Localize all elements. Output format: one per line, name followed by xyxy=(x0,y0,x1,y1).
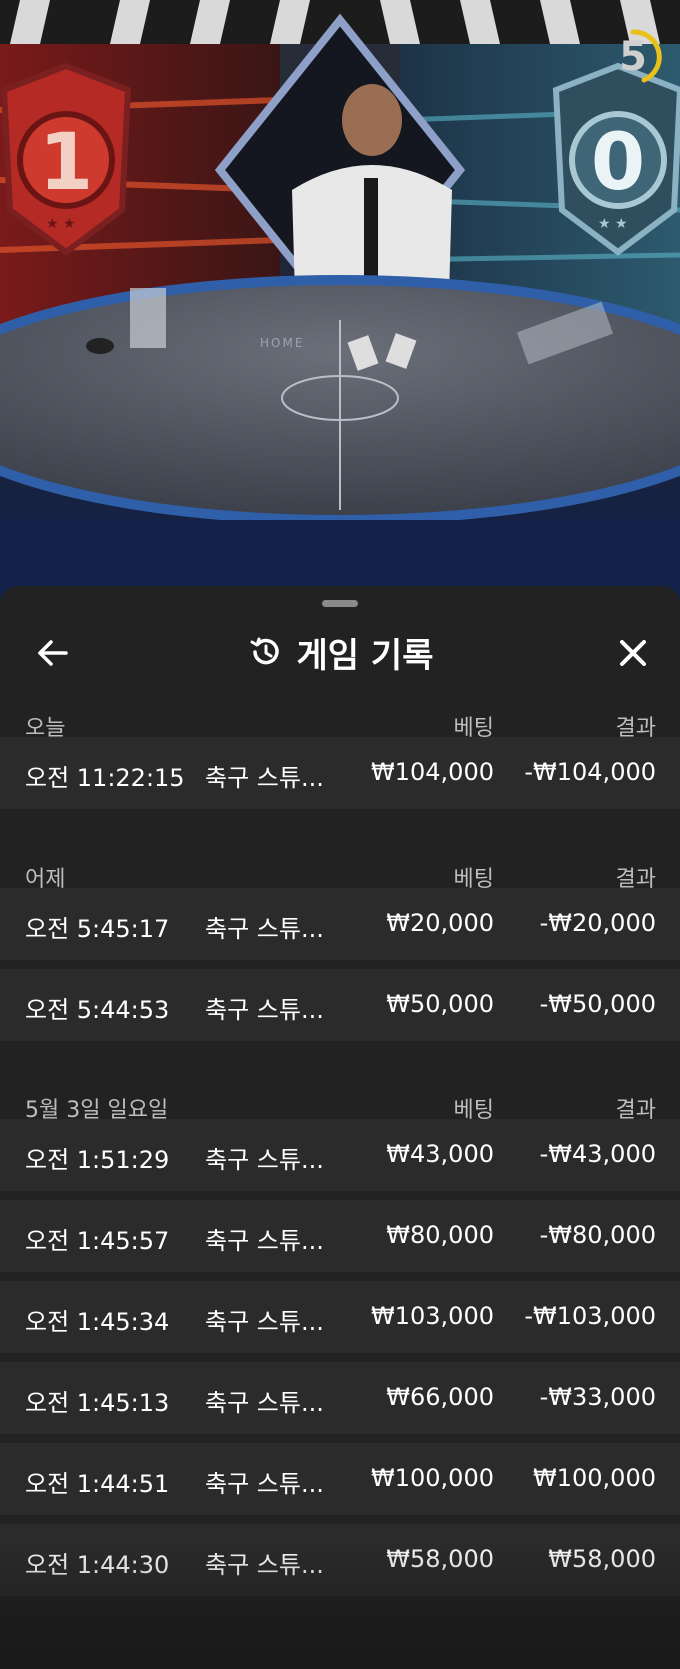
row-time: 오전 1:44:30 xyxy=(25,1551,170,1579)
history-clock-icon xyxy=(250,637,279,665)
history-row[interactable]: 오전 1:45:13 축구 스튜... ₩66,000 -₩33,000 xyxy=(0,1362,680,1434)
row-result: -₩43,000 xyxy=(539,1140,656,1168)
row-time: 오전 1:51:29 xyxy=(25,1146,170,1174)
row-time: 오전 1:45:13 xyxy=(25,1389,170,1417)
table-home-text: HOME xyxy=(260,336,305,350)
row-time: 오전 11:22:15 xyxy=(25,764,185,792)
row-game: 축구 스튜... xyxy=(205,1146,324,1174)
row-time: 오전 1:44:51 xyxy=(25,1470,170,1498)
row-game: 축구 스튜... xyxy=(205,996,324,1024)
row-time: 오전 1:45:34 xyxy=(25,1308,170,1336)
history-row[interactable]: 오전 1:45:34 축구 스튜... ₩103,000 -₩103,000 xyxy=(0,1281,680,1353)
home-score: 1 xyxy=(38,118,94,208)
row-time: 오전 5:44:53 xyxy=(25,996,170,1024)
row-result: -₩33,000 xyxy=(539,1383,656,1411)
row-game: 축구 스튜... xyxy=(205,1389,324,1417)
sheet-header: 게임 기록 xyxy=(0,622,680,682)
close-button[interactable] xyxy=(608,628,658,678)
history-row[interactable]: 오전 5:45:17 축구 스튜... ₩20,000 -₩20,000 xyxy=(0,888,680,960)
row-result: -₩50,000 xyxy=(539,990,656,1018)
row-bet: ₩66,000 xyxy=(386,1383,494,1411)
svg-text:★ ★: ★ ★ xyxy=(598,216,628,232)
history-row[interactable]: 오전 11:22:15 축구 스튜... ₩104,000 -₩104,000 xyxy=(0,737,680,809)
row-bet: ₩43,000 xyxy=(386,1140,494,1168)
page-title: 게임 기록 xyxy=(296,635,434,676)
row-game: 축구 스튜... xyxy=(205,1470,324,1498)
history-row[interactable]: 오전 1:45:57 축구 스튜... ₩80,000 -₩80,000 xyxy=(0,1200,680,1272)
history-row[interactable]: 오전 1:51:29 축구 스튜... ₩43,000 -₩43,000 xyxy=(0,1119,680,1191)
sheet-drag-handle[interactable] xyxy=(322,600,358,607)
row-result: -₩103,000 xyxy=(524,1302,656,1330)
row-result: -₩80,000 xyxy=(539,1221,656,1249)
countdown-number: 5 xyxy=(619,34,647,80)
row-result: -₩20,000 xyxy=(539,909,656,937)
home-score-badge: ★ ★ 1 xyxy=(0,60,136,260)
close-icon xyxy=(620,640,646,666)
row-bet: ₩103,000 xyxy=(371,1302,494,1330)
away-score: 0 xyxy=(590,118,646,208)
svg-text:★ ★: ★ ★ xyxy=(46,216,76,232)
row-bet: ₩58,000 xyxy=(386,1545,494,1573)
row-game: 축구 스튜... xyxy=(205,915,324,943)
history-row[interactable]: 오전 1:44:30 축구 스튜... ₩58,000 ₩58,000 xyxy=(0,1524,680,1596)
history-row[interactable]: 오전 1:44:51 축구 스튜... ₩100,000 ₩100,000 xyxy=(0,1443,680,1515)
history-row[interactable]: 오전 5:44:53 축구 스튜... ₩50,000 -₩50,000 xyxy=(0,969,680,1041)
sheet-title-group: 게임 기록 xyxy=(0,622,680,682)
row-result: ₩100,000 xyxy=(533,1464,656,1492)
row-bet: ₩20,000 xyxy=(386,909,494,937)
row-result: ₩58,000 xyxy=(548,1545,656,1573)
row-game: 축구 스튜... xyxy=(205,1551,324,1579)
row-time: 오전 5:45:17 xyxy=(25,915,170,943)
away-score-badge: ★ ★ 0 xyxy=(548,60,680,260)
row-game: 축구 스튜... xyxy=(205,1308,324,1336)
row-result: -₩104,000 xyxy=(524,758,656,786)
row-time: 오전 1:45:57 xyxy=(25,1227,170,1255)
row-bet: ₩80,000 xyxy=(386,1221,494,1249)
row-game: 축구 스튜... xyxy=(205,764,324,792)
live-video-stream: HOME ★ ★ 1 ★ ★ 0 5 xyxy=(0,0,680,600)
game-history-sheet: 게임 기록 오늘 베팅 결과 오전 11:22:15 축구 스튜... ₩104… xyxy=(0,586,680,1669)
row-bet: ₩104,000 xyxy=(371,758,494,786)
row-game: 축구 스튜... xyxy=(205,1227,324,1255)
row-bet: ₩100,000 xyxy=(371,1464,494,1492)
row-bet: ₩50,000 xyxy=(386,990,494,1018)
countdown-timer: 5 xyxy=(604,28,662,86)
